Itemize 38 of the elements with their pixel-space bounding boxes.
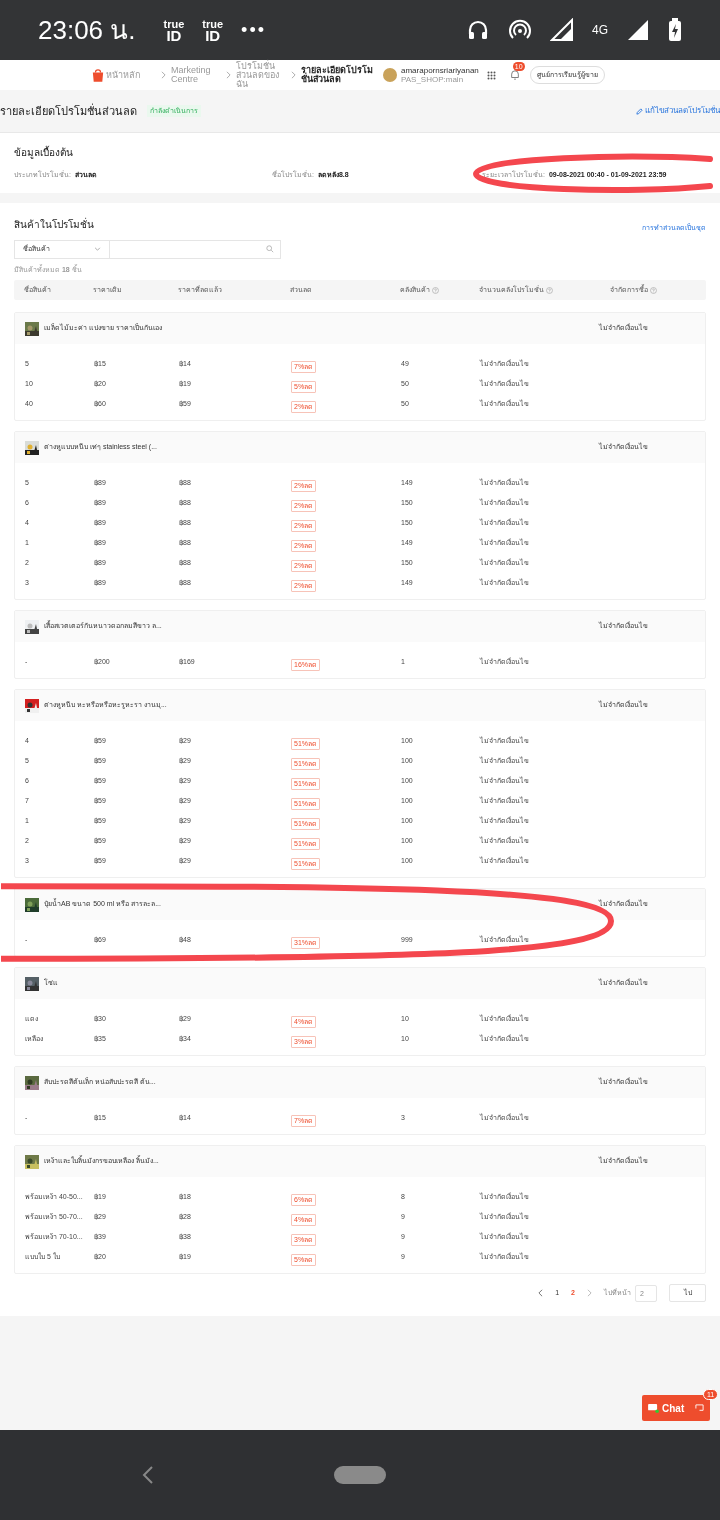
expand-icon[interactable] [695,1403,704,1413]
previous-page-icon[interactable] [538,1289,544,1297]
avatar-icon [383,68,397,82]
logo-text: ID [166,30,182,41]
logo-text: true [202,19,224,30]
more-dots: ••• [241,18,266,42]
status-time: 23:06 น. [38,13,136,47]
breadcrumb-link[interactable]: โปรโมชั่นส่วนลดของฉัน [236,61,286,89]
shop-name: PAS_SHOP:main [401,75,465,84]
chevron-icon [161,71,166,79]
signal-icon [626,18,650,42]
pencil-icon [636,107,643,115]
signal-icon [550,18,574,42]
headphones-icon [466,18,490,42]
logo-text: ID [205,30,221,41]
user-name: amarapornsriariyanan [401,66,479,75]
chevron-icon [291,71,296,79]
breadcrumb-link[interactable]: Marketing Centre [171,66,221,84]
shop-logo-icon[interactable] [92,68,104,82]
apps-grid-icon[interactable] [486,70,496,80]
page-title: รายละเอียดโปรโมชั่นส่วนลด [0,102,137,119]
section-title: สินค้าในโปรโมชั่น [14,216,94,232]
breadcrumb-link[interactable]: รายละเอียดโปรโมชั่นส่วนลด [301,66,381,84]
home-button[interactable] [334,1466,386,1484]
caret-icon [94,247,101,251]
section-title: ข้อมูลเบื้องต้น [14,145,74,160]
search-icon [266,245,274,253]
chevron-icon [226,71,231,79]
back-icon[interactable] [142,1465,154,1485]
battery-icon [668,18,682,42]
chat-icon [648,1403,659,1413]
hotspot-icon [508,18,532,42]
search-field[interactable] [110,239,281,259]
network-label: 4G [592,24,608,36]
logo-text: true [163,19,185,30]
bell-icon[interactable] [509,69,520,81]
edit-link[interactable]: แก้ไขส่วนลดโปรโมชั่น [636,105,720,117]
breadcrumb-link[interactable]: หน้าหลัก [106,70,156,80]
